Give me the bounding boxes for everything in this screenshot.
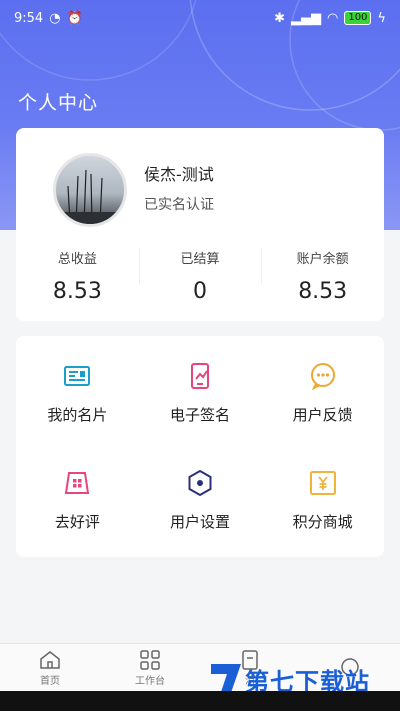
status-bar: 9:54 ◔ ⏰ ✱ ▂▄▆ ◠ 100 ϟ [0,0,400,36]
menu-item-e-signature[interactable]: 电子签名 [139,340,262,447]
profile-icon [341,658,359,676]
business-card-icon [64,366,91,386]
menu-label: 用户设置 [169,513,230,531]
workbench-grid-icon [140,649,160,670]
avatar[interactable] [53,153,127,227]
points-mall-icon [309,471,336,495]
menu-label: 用户反馈 [292,406,353,424]
mute-icon: ◔ [49,10,61,26]
home-icon [40,650,60,669]
bluetooth-icon: ✱ [274,10,285,26]
settings-hexagon-icon [188,469,212,497]
bottom-tab-bar: 首页 工作台 消 [0,643,400,692]
wifi-icon: ◠ [326,10,339,26]
menu-item-my-card[interactable]: 我的名片 [16,340,139,447]
battery-icon: 100 [344,11,372,25]
menu-card: 我的名片 电子签名 用户反馈 去好评 用户设置 积分商城 [16,336,384,557]
message-icon [242,649,258,670]
stat-settled[interactable]: 已结算 0 [138,238,262,318]
menu-item-feedback[interactable]: 用户反馈 [261,340,384,447]
stat-label: 账户余额 [296,252,349,267]
stats-row: 总收益 8.53 已结算 0 账户余额 8.53 [16,238,384,318]
tab-profile[interactable] [300,644,400,692]
alarm-icon: ⏰ [66,10,83,26]
charging-icon: ϟ [377,10,386,26]
review-grid-icon [65,472,90,494]
page-title: 个人中心 [18,92,99,114]
menu-label: 积分商城 [292,513,353,531]
menu-item-user-settings[interactable]: 用户设置 [139,447,262,554]
profile-card: 侯杰-测试 已实名认证 总收益 8.53 已结算 0 账户余额 8.53 [16,128,384,321]
tab-home[interactable]: 首页 [0,644,100,692]
stat-value: 0 [193,279,207,304]
stat-value: 8.53 [52,279,102,304]
user-name: 侯杰-测试 [144,165,214,184]
chat-bubble-icon [310,363,335,390]
menu-label: 去好评 [54,513,100,531]
tab-label: 工作台 [135,675,165,687]
tab-messages[interactable]: 消 [200,644,300,692]
tab-label: 首页 [40,675,60,687]
stat-label: 已结算 [180,252,220,267]
stat-total-income[interactable]: 总收益 8.53 [16,238,139,318]
tab-workbench[interactable]: 工作台 [100,644,200,692]
stat-label: 总收益 [57,252,97,267]
stat-account-balance[interactable]: 账户余额 8.53 [261,238,384,318]
system-nav-strip [0,691,400,711]
status-time: 9:54 [14,10,44,26]
signal-icon: ▂▄▆ [290,10,321,26]
menu-item-points-mall[interactable]: 积分商城 [261,447,384,554]
stat-value: 8.53 [298,279,348,304]
menu-label: 电子签名 [169,406,230,424]
tab-label: 消 [245,675,255,687]
verify-status: 已实名认证 [144,197,214,213]
e-signature-icon [190,363,209,389]
menu-label: 我的名片 [47,406,108,424]
menu-item-review[interactable]: 去好评 [16,447,139,554]
